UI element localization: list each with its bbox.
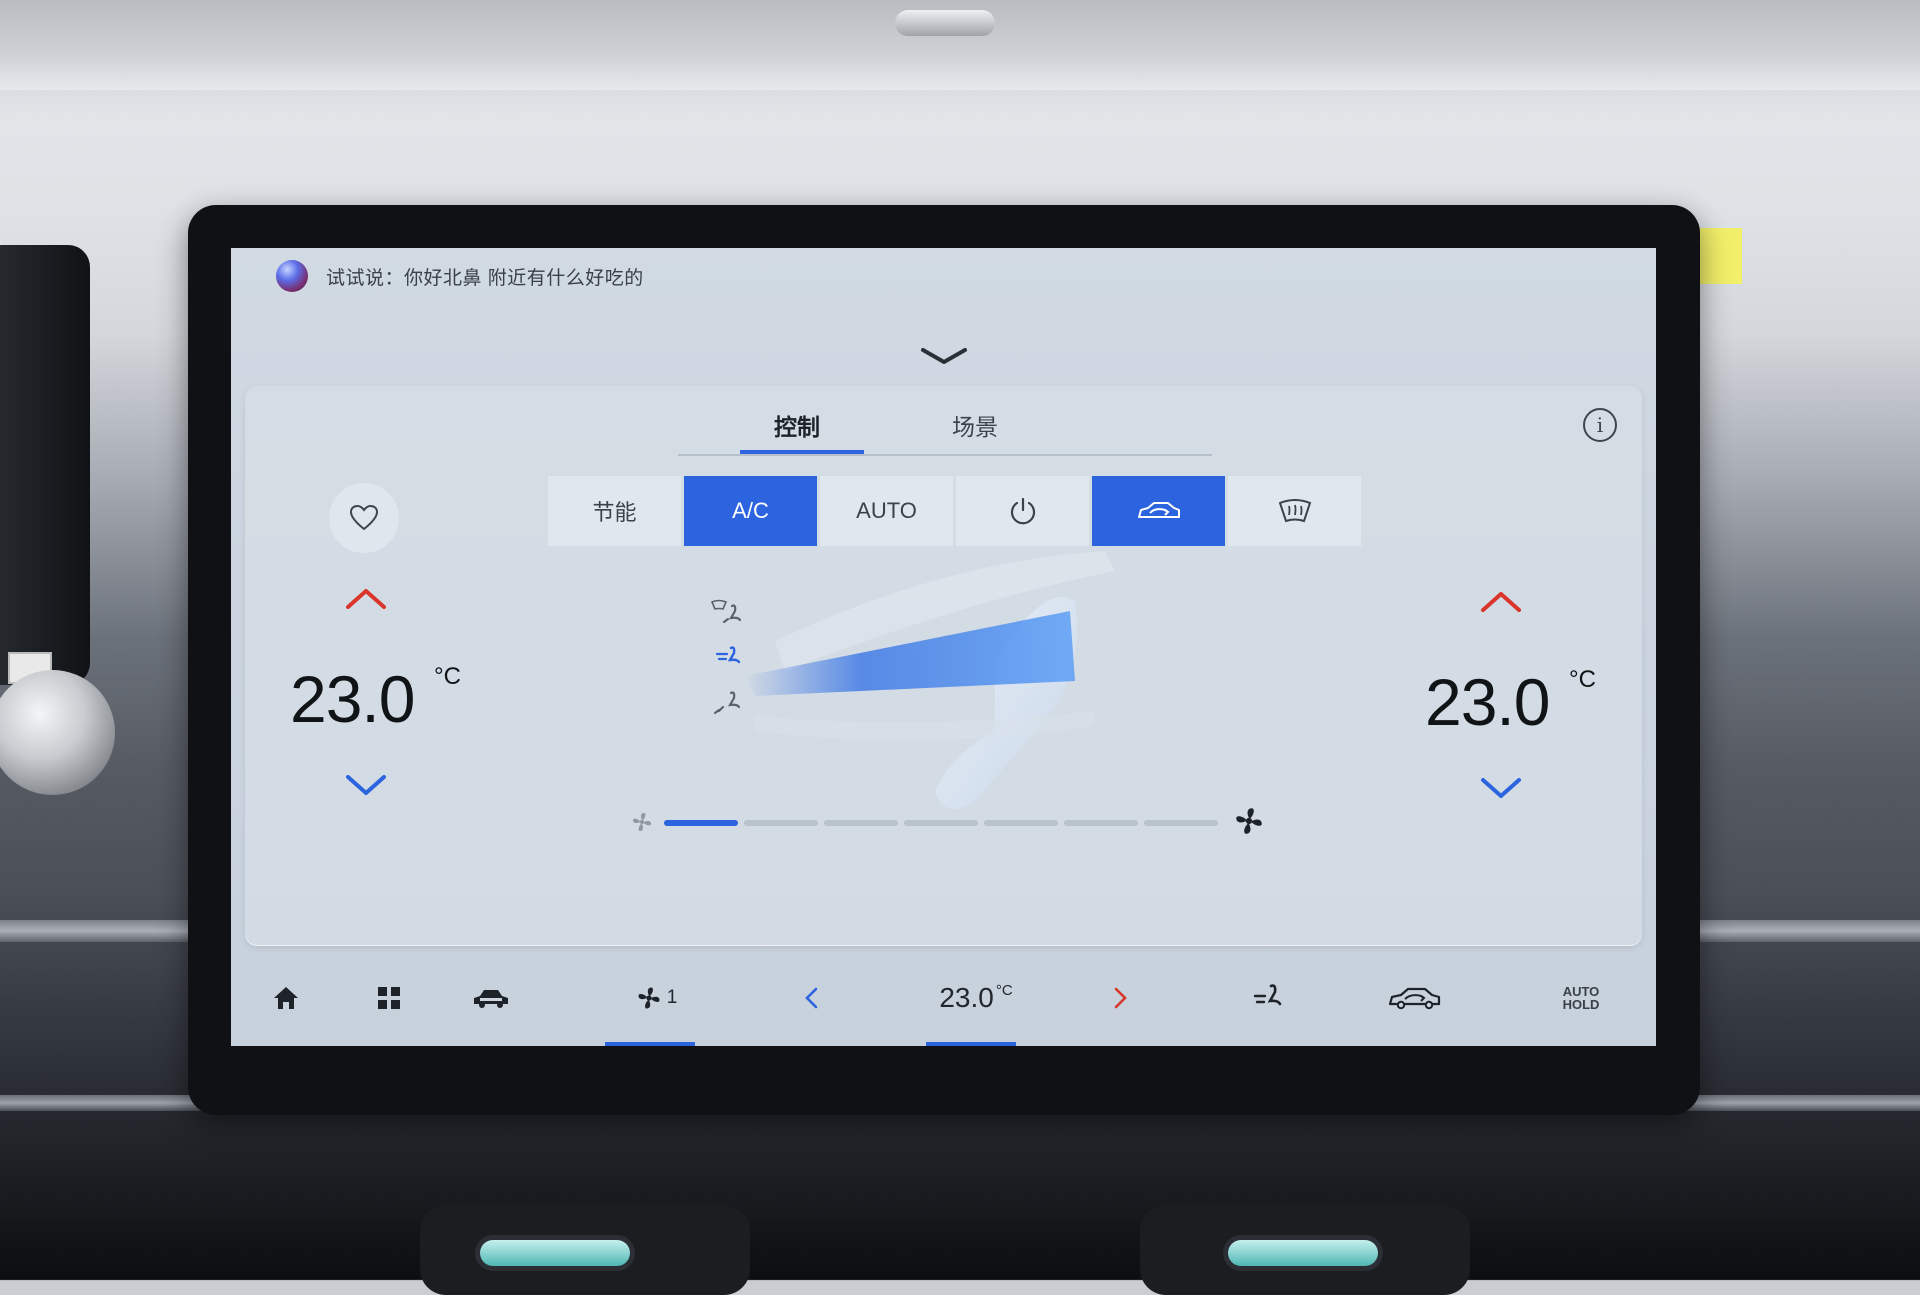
- front-defrost-button[interactable]: [1228, 476, 1361, 546]
- passenger-temperature-unit: °C: [1569, 666, 1596, 693]
- car-recirculation-icon: [1388, 987, 1441, 1010]
- heart-icon: [349, 504, 379, 531]
- passenger-temperature-value: 23.0: [1425, 665, 1550, 739]
- dock-fan-indicator: [605, 1042, 695, 1046]
- dock-temperature-value: 23.0: [939, 982, 994, 1013]
- home-icon: [274, 987, 298, 1009]
- car-icon: [474, 990, 508, 1008]
- passenger-temperature-control: 23.0 °C: [1425, 574, 1645, 834]
- fan-level-segment[interactable]: [1064, 820, 1138, 826]
- vent-light-left: [480, 1240, 630, 1266]
- fan-level-segment[interactable]: [824, 820, 898, 826]
- control-knob: [0, 670, 115, 795]
- chevron-left-icon: [805, 987, 818, 1009]
- vehicle-button[interactable]: [461, 978, 521, 1018]
- fan-level-dock-button[interactable]: 1: [606, 978, 706, 1018]
- apps-button[interactable]: [364, 978, 414, 1018]
- chevron-right-icon: [1114, 987, 1127, 1009]
- home-button[interactable]: [261, 978, 311, 1018]
- fan-level-segment[interactable]: [984, 820, 1058, 826]
- airflow-seat-illustration: [745, 551, 1115, 809]
- fan-level-segment[interactable]: [744, 820, 818, 826]
- dock-temp-indicator: [926, 1042, 1016, 1046]
- fan-level-segment[interactable]: [1144, 820, 1218, 826]
- airflow-face-icon[interactable]: [711, 644, 745, 674]
- fan-low-icon: [633, 813, 651, 831]
- front-defrost-icon: [1278, 499, 1311, 523]
- seat-airflow-icon: [1253, 984, 1282, 1006]
- fan-high-icon: [1236, 808, 1262, 834]
- voice-assistant-icon[interactable]: [276, 260, 308, 292]
- dock-recirculation-button[interactable]: [1383, 978, 1447, 1018]
- fan-level-segment[interactable]: [664, 820, 738, 826]
- airflow-windshield-feet-icon[interactable]: [710, 598, 744, 628]
- dock-temp-down-button[interactable]: [791, 978, 831, 1018]
- info-icon[interactable]: i: [1583, 408, 1617, 442]
- bottom-dock: 1 23.0 °C AUTO HOLD: [231, 964, 1656, 1046]
- power-button[interactable]: [956, 476, 1089, 546]
- dock-temperature-unit: °C: [995, 982, 1013, 999]
- driver-temperature-value: 23.0: [290, 662, 415, 736]
- dock-fan-level: 1: [666, 987, 678, 1008]
- driver-temp-down-icon[interactable]: [342, 771, 390, 801]
- recirculation-button[interactable]: [1092, 476, 1225, 546]
- driver-temperature-control: 23.0 °C: [290, 571, 510, 831]
- voice-hint-text: 试试说：你好北鼻 附近有什么好吃的: [326, 267, 644, 289]
- driver-temp-up-icon[interactable]: [342, 583, 390, 613]
- passenger-temp-up-icon[interactable]: [1477, 586, 1525, 616]
- dock-temp-up-button[interactable]: [1101, 978, 1141, 1018]
- instrument-cluster-edge: [0, 245, 90, 685]
- apps-grid-icon: [378, 987, 400, 1009]
- auto-hold-button[interactable]: AUTO HOLD: [1551, 978, 1611, 1018]
- infotainment-screen: 试试说：你好北鼻 附近有什么好吃的 控制 场景 i 节能 A/C AUTO 23…: [231, 248, 1656, 1046]
- protective-film-tab: [1697, 228, 1742, 284]
- favorite-button[interactable]: [329, 483, 399, 553]
- passenger-temp-down-icon[interactable]: [1477, 774, 1525, 804]
- climate-panel: 控制 场景 i 节能 A/C AUTO 23.0 °C 23.0 °C: [245, 386, 1642, 946]
- fan-icon: [638, 987, 660, 1009]
- airflow-mode-button[interactable]: [1241, 978, 1291, 1018]
- dock-temperature[interactable]: 23.0 °C: [916, 978, 1036, 1018]
- active-tab-indicator: [740, 450, 864, 454]
- airflow-feet-icon[interactable]: [711, 689, 745, 719]
- recirculation-icon: [1137, 502, 1180, 518]
- auto-hold-label: AUTO HOLD: [1562, 984, 1600, 1012]
- eco-mode-button[interactable]: 节能: [548, 476, 681, 546]
- auto-button[interactable]: AUTO: [820, 476, 953, 546]
- fan-speed-slider[interactable]: [630, 804, 1270, 844]
- tab-control[interactable]: 控制: [774, 408, 820, 442]
- dashboard-sensor: [895, 10, 995, 36]
- power-icon: [1010, 497, 1035, 525]
- driver-temperature-unit: °C: [434, 663, 461, 690]
- vent-light-right: [1228, 1240, 1378, 1266]
- collapse-chevron-icon[interactable]: [919, 344, 969, 370]
- voice-assistant-bar[interactable]: 试试说：你好北鼻 附近有什么好吃的: [276, 260, 644, 292]
- ac-button[interactable]: A/C: [684, 476, 817, 546]
- climate-mode-buttons: 节能 A/C AUTO: [548, 476, 1364, 546]
- climate-tabs: 控制 场景: [678, 392, 1212, 456]
- fan-level-segment[interactable]: [904, 820, 978, 826]
- tab-scene[interactable]: 场景: [952, 408, 998, 442]
